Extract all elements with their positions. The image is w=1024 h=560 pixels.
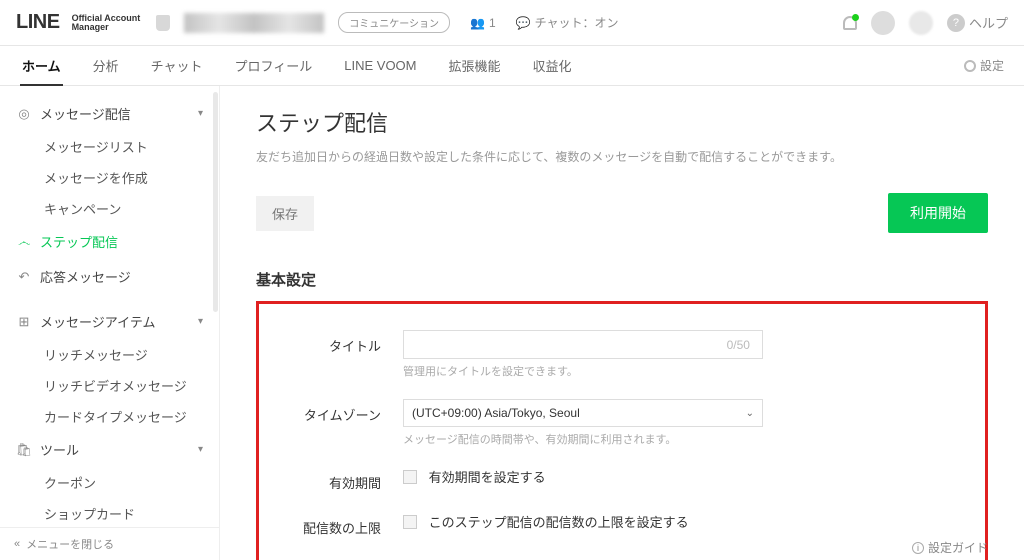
title-input[interactable]	[403, 330, 763, 359]
main-nav: ホーム 分析 チャット プロフィール LINE VOOM 拡張機能 収益化 設定	[0, 46, 1024, 86]
avatar[interactable]	[871, 11, 895, 35]
chevron-down-icon: ⌄	[746, 408, 754, 419]
sidebar-item-message-list[interactable]: メッセージリスト	[10, 131, 209, 162]
tab-linevoom[interactable]: LINE VOOM	[342, 47, 418, 84]
label-timezone: タイムゾーン	[283, 399, 403, 424]
valid-period-checkbox-label: 有効期間を設定する	[429, 470, 546, 485]
account-name-blurred	[184, 13, 324, 33]
question-icon: ?	[947, 14, 965, 32]
reply-icon: ↶	[16, 269, 32, 285]
plus-box-icon: ⊞	[16, 314, 32, 330]
tab-monetize[interactable]: 収益化	[531, 45, 574, 86]
sidebar-item-shopcard[interactable]: ショップカード	[10, 498, 209, 529]
settings-link[interactable]: 設定	[964, 57, 1004, 74]
chevron-down-icon: ▾	[198, 316, 203, 327]
sidebar-item-step[interactable]: ෴ ステップ配信	[10, 224, 209, 259]
settings-guide-link[interactable]: i 設定ガイド	[912, 539, 988, 556]
sidebar-item-compose[interactable]: メッセージを作成	[10, 162, 209, 193]
start-button[interactable]: 利用開始	[888, 193, 988, 233]
tools-icon: 🛍	[16, 442, 32, 458]
section-basic-heading: 基本設定	[256, 269, 988, 290]
label-send-limit: 配信数の上限	[283, 512, 403, 537]
title-counter: 0/50	[727, 338, 750, 352]
chevron-down-icon: ▾	[198, 444, 203, 455]
timezone-select[interactable]: (UTC+09:00) Asia/Tokyo, Seoul ⌄	[403, 399, 763, 427]
sidebar-group-broadcast[interactable]: ◎ メッセージ配信 ▾	[10, 96, 209, 131]
step-icon: ෴	[16, 234, 32, 250]
gear-icon	[964, 60, 976, 72]
chat-status[interactable]: 💬 チャット：オン	[516, 14, 619, 31]
sidebar-group-items[interactable]: ⊞ メッセージアイテム ▾	[10, 304, 209, 339]
sidebar-item-autoreply[interactable]: ↶ 応答メッセージ	[10, 259, 209, 294]
sidebar-item-coupon[interactable]: クーポン	[10, 467, 209, 498]
tab-home[interactable]: ホーム	[20, 45, 63, 86]
sidebar: ◎ メッセージ配信 ▾ メッセージリスト メッセージを作成 キャンペーン ෴ ス…	[0, 86, 220, 560]
friends-count[interactable]: 👥 1	[470, 16, 496, 30]
content: ステップ配信 友だち追加日からの経過日数や設定した条件に応じて、複数のメッセージ…	[220, 86, 1024, 560]
sidebar-item-card[interactable]: カードタイプメッセージ	[10, 401, 209, 432]
broadcast-icon: ◎	[16, 106, 32, 122]
sidebar-item-richvideo[interactable]: リッチビデオメッセージ	[10, 370, 209, 401]
tab-chat[interactable]: チャット	[149, 45, 205, 86]
highlight-basic-settings: タイトル 0/50 管理用にタイトルを設定できます。 タイムゾーン (UTC+0…	[256, 301, 988, 560]
chat-icon: 💬	[516, 16, 531, 30]
logo: LINE	[16, 11, 60, 34]
info-icon: i	[912, 542, 924, 554]
help-link[interactable]: ? ヘルプ	[947, 13, 1008, 32]
title-hint: 管理用にタイトルを設定できます。	[403, 363, 961, 379]
label-title: タイトル	[283, 330, 403, 355]
save-button[interactable]: 保存	[256, 196, 314, 231]
shield-icon	[156, 15, 170, 31]
tab-extensions[interactable]: 拡張機能	[447, 45, 503, 86]
logo-subtitle: Official Account Manager	[72, 14, 141, 32]
sidebar-item-campaign[interactable]: キャンペーン	[10, 193, 209, 224]
chevron-down-icon: ▾	[198, 108, 203, 119]
send-limit-checkbox-label: このステップ配信の配信数の上限を設定する	[429, 515, 689, 530]
valid-period-checkbox[interactable]	[403, 470, 417, 484]
plan-tag: コミュニケーション	[338, 12, 450, 33]
account-avatar[interactable]	[909, 11, 933, 35]
collapse-icon: «	[14, 538, 20, 550]
sidebar-group-tools[interactable]: 🛍 ツール ▾	[10, 432, 209, 467]
page-description: 友だち追加日からの経過日数や設定した条件に応じて、複数のメッセージを自動で配信す…	[256, 148, 988, 165]
tab-profile[interactable]: プロフィール	[233, 45, 315, 86]
bell-icon[interactable]	[843, 16, 857, 30]
send-limit-checkbox[interactable]	[403, 515, 417, 529]
sidebar-item-rich[interactable]: リッチメッセージ	[10, 339, 209, 370]
page-title: ステップ配信	[256, 106, 988, 138]
timezone-hint: メッセージ配信の時間帯や、有効期間に利用されます。	[403, 431, 961, 447]
friends-icon: 👥	[470, 16, 485, 30]
label-valid-period: 有効期間	[283, 467, 403, 492]
sidebar-collapse[interactable]: « メニューを閉じる	[0, 527, 219, 560]
tab-analytics[interactable]: 分析	[91, 45, 121, 86]
